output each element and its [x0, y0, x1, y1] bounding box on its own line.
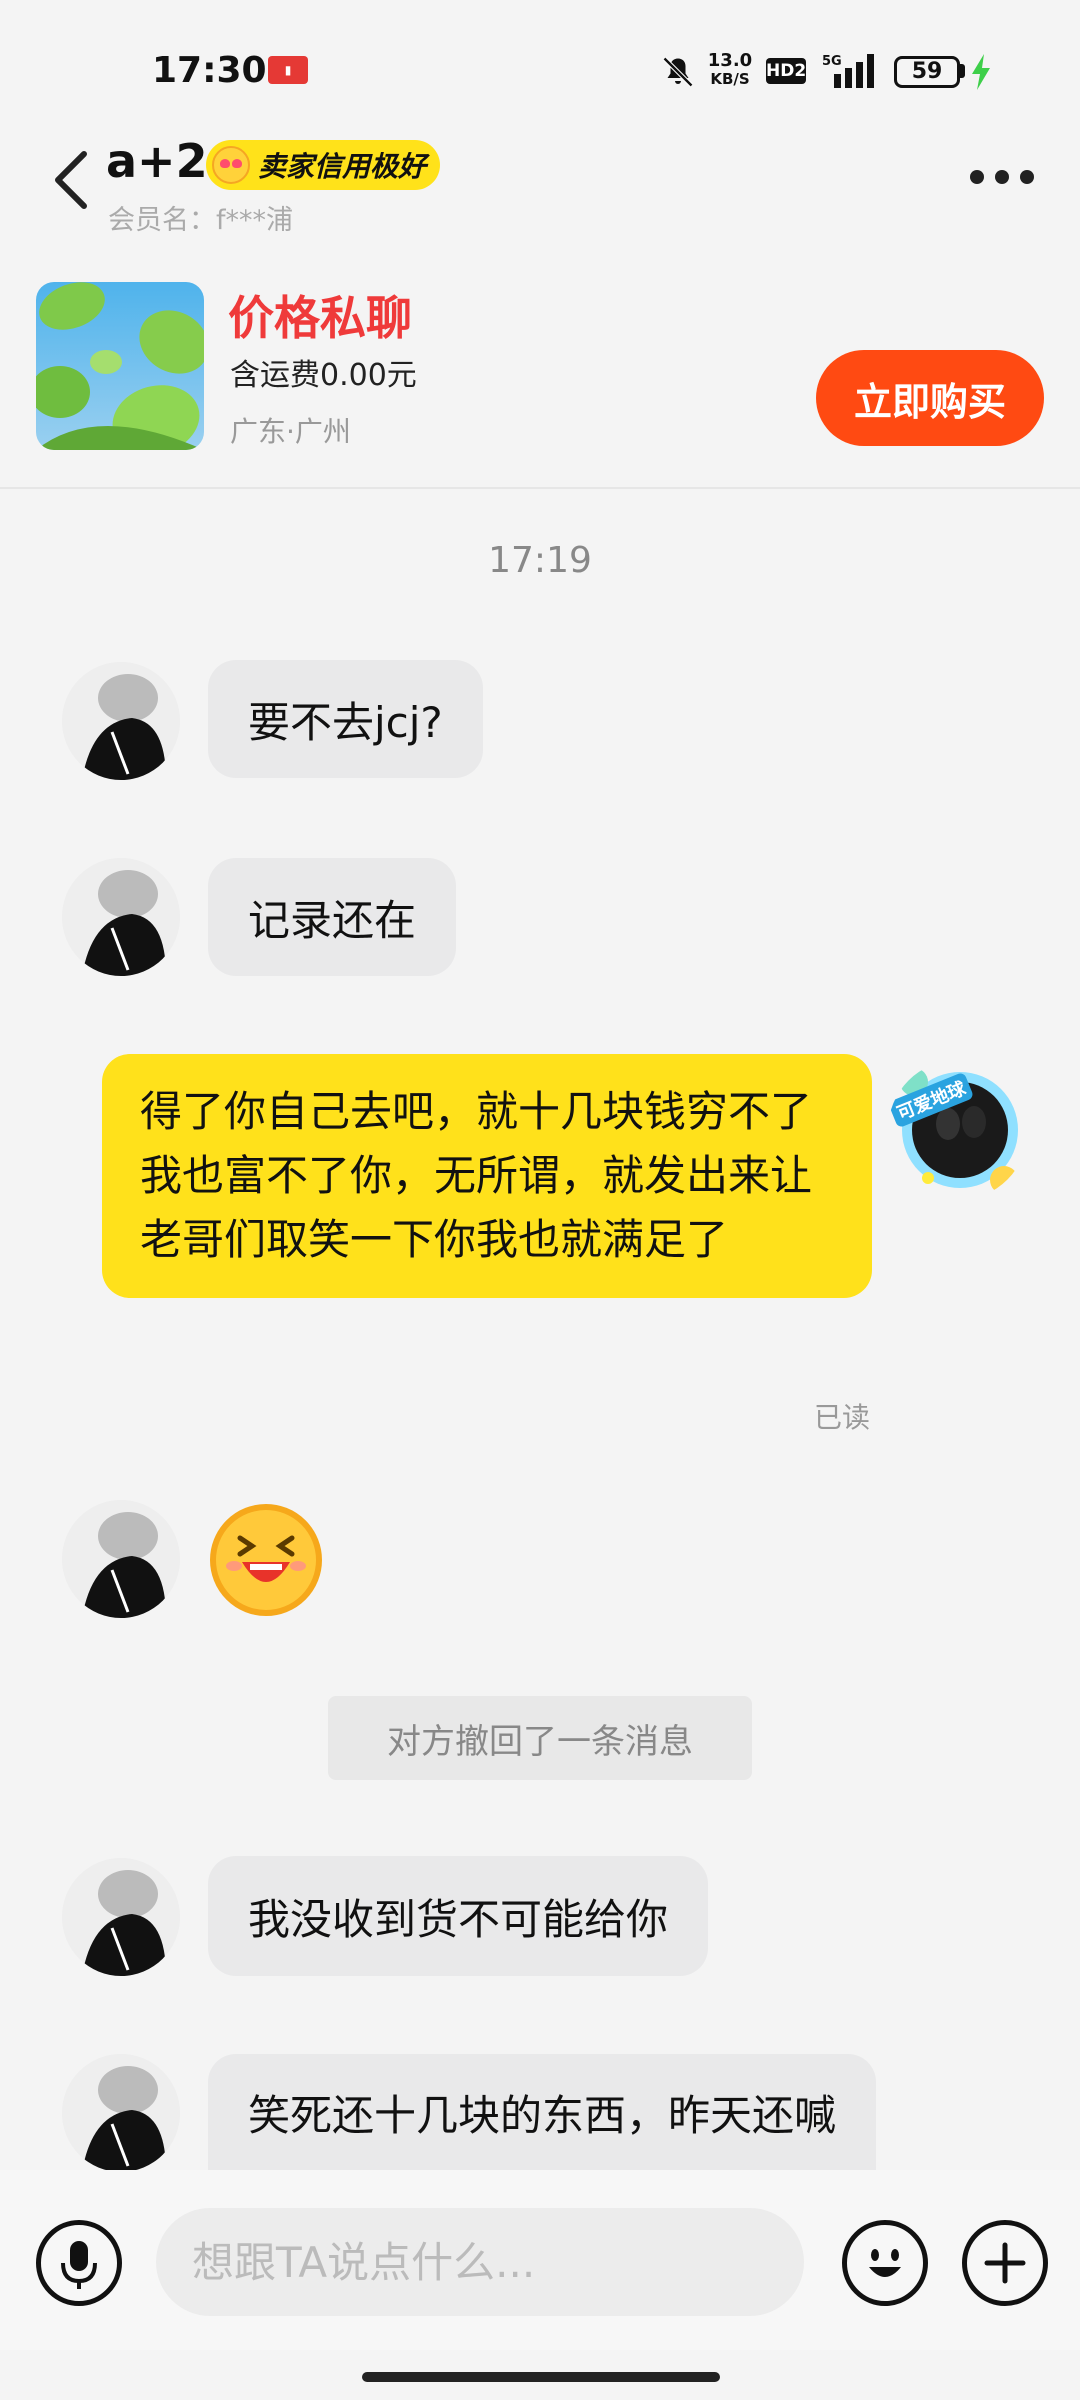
battery-icon: 59: [894, 56, 960, 88]
read-receipt: 已读: [814, 1401, 871, 1434]
message-bubble-incoming[interactable]: 要不去jcj?: [208, 660, 483, 778]
more-actions-button[interactable]: [962, 2220, 1048, 2306]
more-options-icon[interactable]: [970, 170, 1034, 188]
message-bubble-outgoing[interactable]: 得了你自己去吧，就十几块钱穷不了我也富不了你，无所谓，就发出来让老哥们取笑一下你…: [102, 1054, 872, 1298]
voice-input-button[interactable]: [36, 2220, 122, 2306]
emoji-picker-button[interactable]: [842, 2220, 928, 2306]
my-avatar[interactable]: 可爱地球: [888, 1060, 1028, 1200]
heart-eyes-emoji-icon: [212, 146, 250, 184]
product-location: 广东·广州: [230, 415, 351, 448]
seller-credit-badge[interactable]: 卖家信用极好: [206, 140, 440, 190]
hd-voice-icon: HD2: [766, 58, 806, 84]
plus-icon: [984, 2242, 1026, 2284]
back-arrow-icon[interactable]: [48, 148, 96, 212]
member-name: 会员名：f***浦: [108, 205, 294, 236]
buy-now-button[interactable]: 立即购买: [816, 350, 1044, 446]
message-bubble-incoming[interactable]: 我没收到货不可能给你: [208, 1856, 709, 1976]
credit-badge-label: 卖家信用极好: [258, 150, 427, 183]
laughing-emoji-icon[interactable]: [210, 1504, 322, 1616]
other-user-avatar[interactable]: [62, 2054, 180, 2172]
status-time: 17:30: [152, 50, 267, 91]
signal-icon: 5G: [822, 54, 874, 88]
other-user-avatar[interactable]: [62, 1858, 180, 1976]
mute-bell-icon: [662, 56, 694, 88]
message-bubble-incoming[interactable]: 笑死还十几块的东西，昨天还喊: [208, 2054, 877, 2170]
carrier-app-icon: ▮: [268, 56, 308, 84]
product-thumbnail[interactable]: [36, 282, 204, 450]
network-speed: 13.0 KB/S: [706, 50, 754, 89]
chat-user-name[interactable]: a+2: [106, 134, 208, 188]
product-price: 价格私聊: [228, 291, 412, 345]
battery-tip: [960, 64, 965, 78]
recall-notice: 对方撤回了一条消息: [328, 1696, 752, 1780]
smiley-face-icon: [869, 2249, 901, 2277]
chat-timestamp: 17:19: [488, 540, 592, 581]
shipping-fee: 含运费0.00元: [230, 358, 417, 393]
network-type-label: 5G: [822, 54, 842, 69]
microphone-icon: [61, 2241, 97, 2289]
charging-icon: [972, 54, 990, 90]
other-user-avatar[interactable]: [62, 662, 180, 780]
header-divider: [0, 487, 1080, 489]
message-bubble-incoming[interactable]: 记录还在: [208, 858, 457, 976]
network-speed-unit: KB/S: [710, 70, 750, 88]
home-indicator[interactable]: [362, 2372, 720, 2382]
network-speed-value: 13.0: [707, 50, 753, 71]
other-user-avatar[interactable]: [62, 858, 180, 976]
other-user-avatar[interactable]: [62, 1500, 180, 1618]
message-input[interactable]: [156, 2208, 804, 2316]
